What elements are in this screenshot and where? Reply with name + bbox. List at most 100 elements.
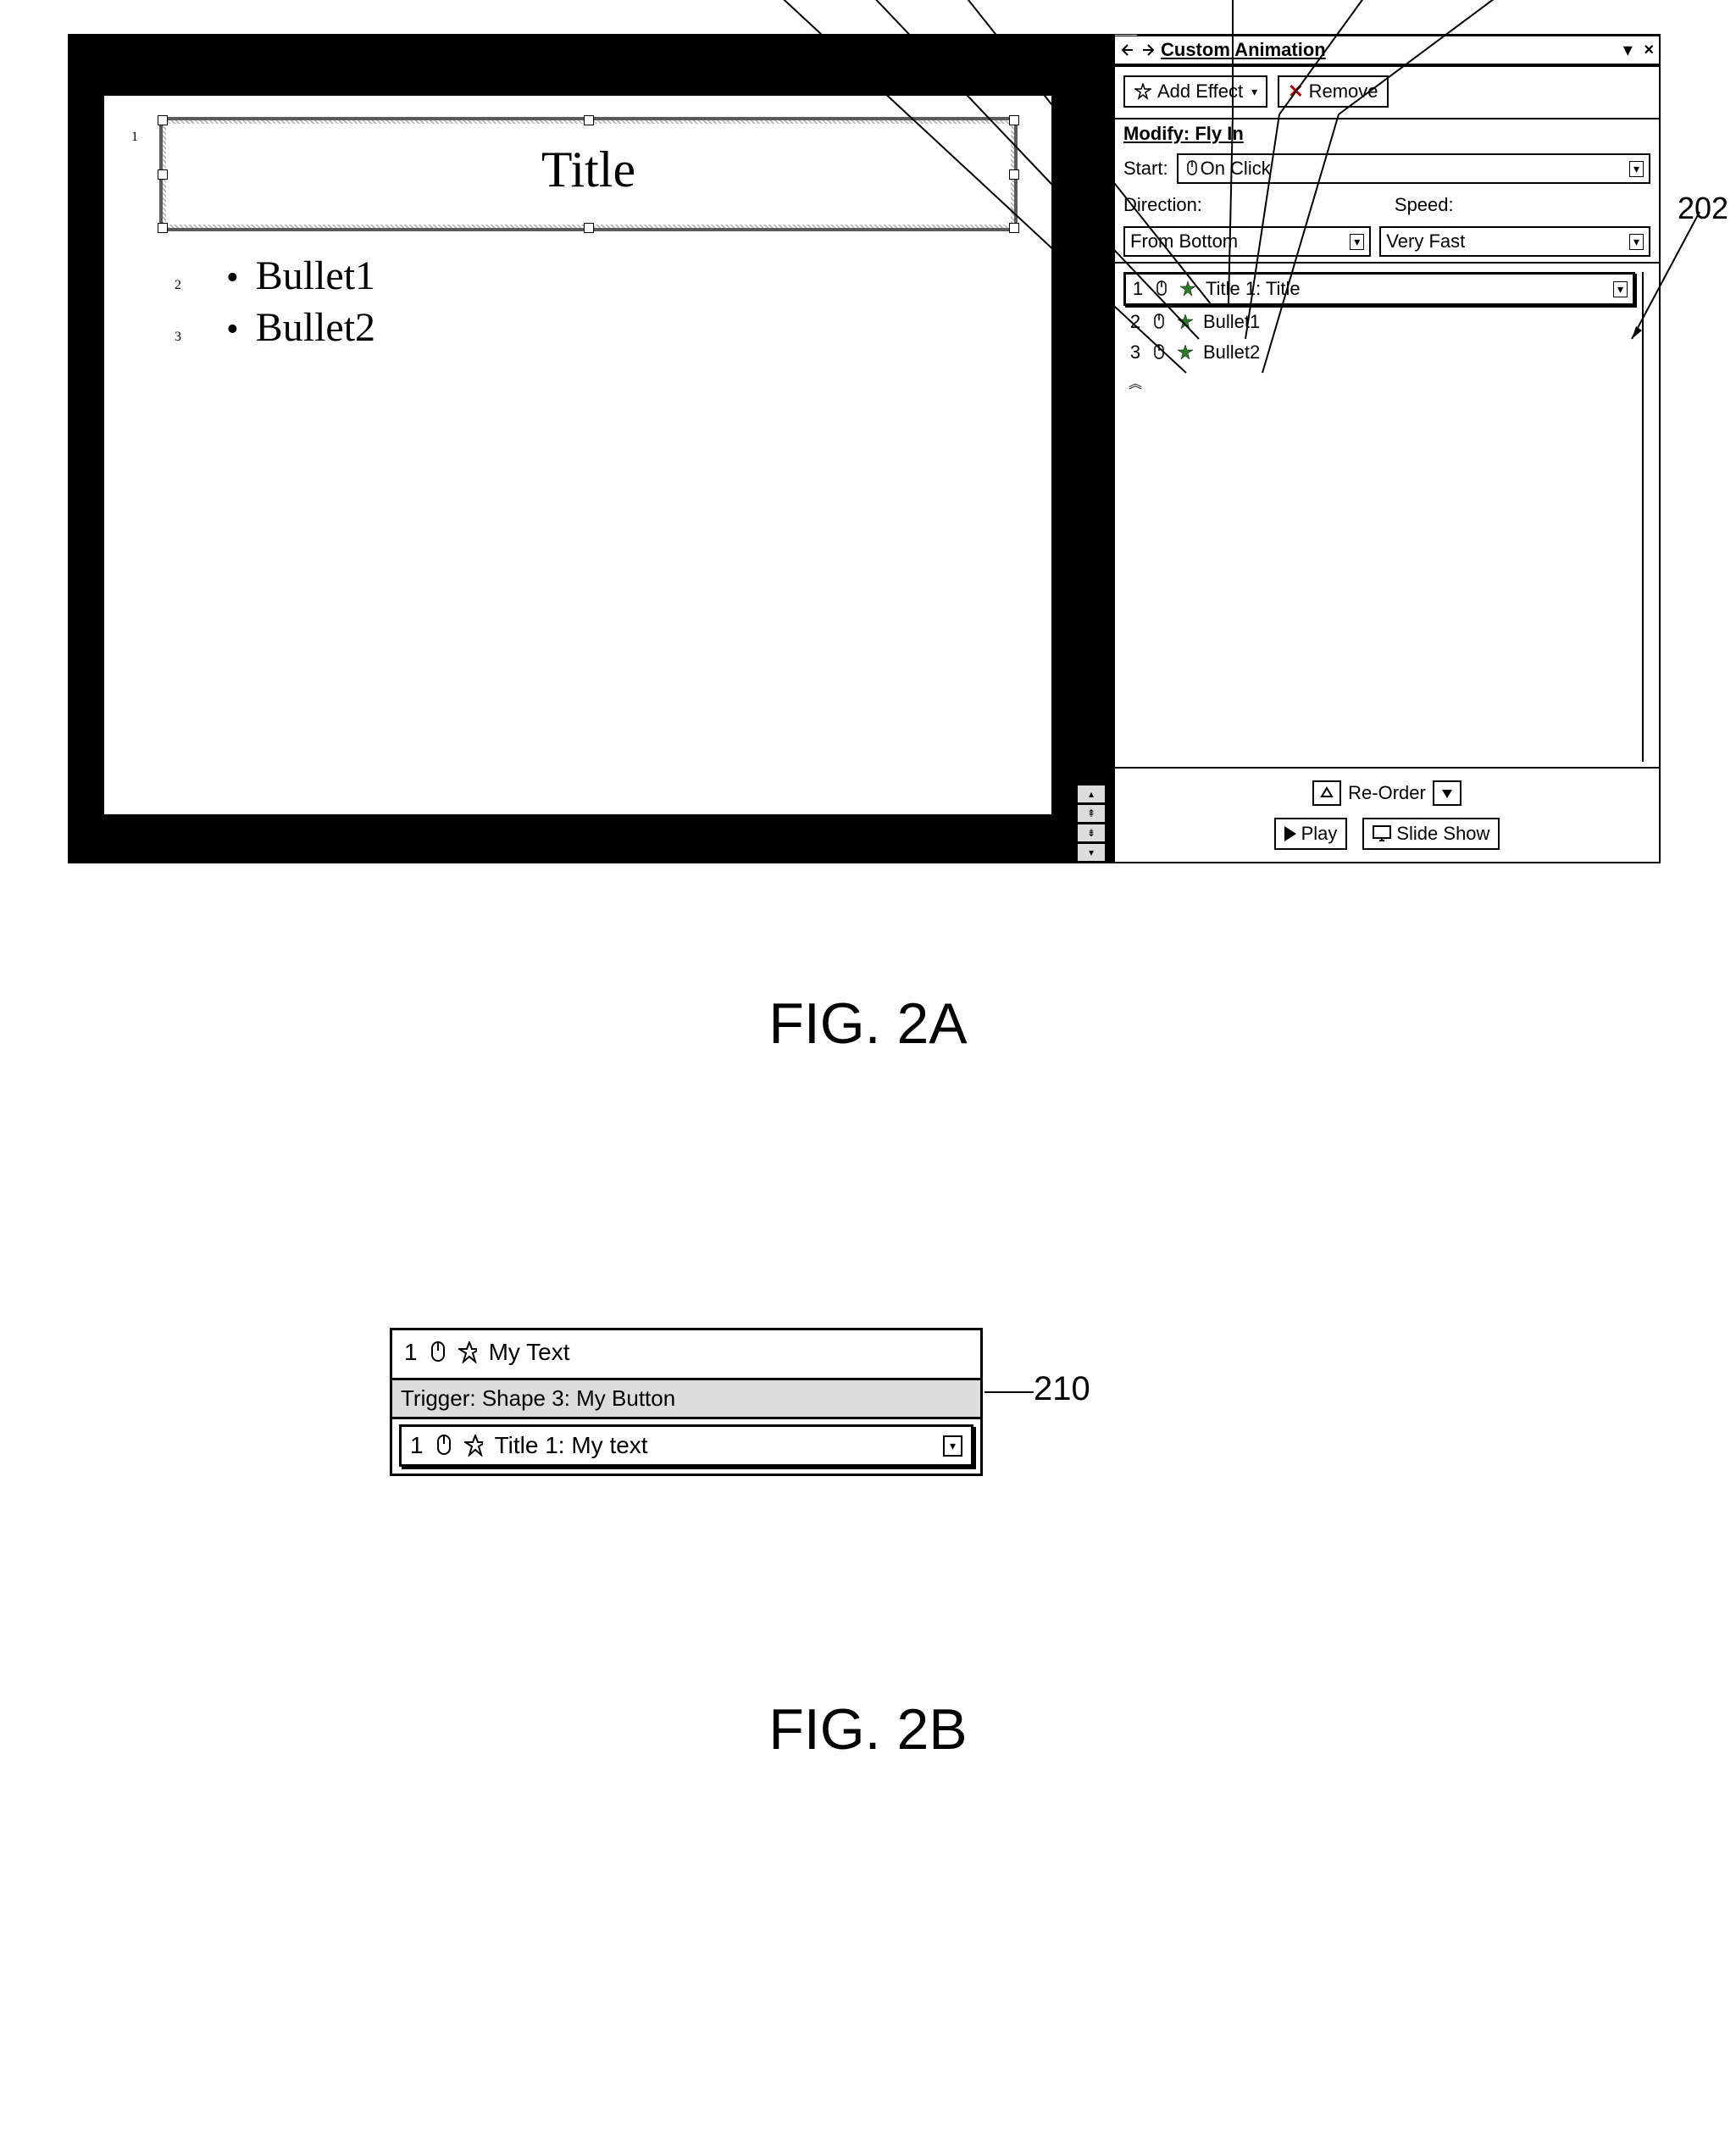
animation-item-title[interactable]: 1 Title 1: Title ▾ bbox=[1123, 272, 1635, 306]
figure-2b-label: FIG. 2B bbox=[68, 1696, 1668, 1762]
bullet-seq-tag: 2 bbox=[172, 278, 184, 293]
animation-seq: 1 bbox=[404, 1339, 418, 1366]
slideshow-icon bbox=[1373, 825, 1391, 842]
pane-header: Custom Animation ▾ × bbox=[1115, 36, 1659, 65]
back-icon[interactable] bbox=[1120, 42, 1135, 58]
reorder-row: Re-Order bbox=[1115, 769, 1659, 813]
title-text[interactable]: Title bbox=[541, 142, 635, 197]
mouse-icon bbox=[430, 1342, 446, 1363]
animation-list: 1 Title 1: Title ▾ 2 bbox=[1115, 262, 1659, 769]
remove-button[interactable]: ✕ Remove bbox=[1278, 75, 1388, 108]
effect-buttons-row: Add Effect ✕ Remove bbox=[1115, 65, 1659, 119]
pane-menu-dropdown-icon[interactable]: ▾ bbox=[1620, 42, 1635, 58]
footer-buttons-row: Play Slide Show bbox=[1115, 813, 1659, 862]
close-icon[interactable]: × bbox=[1644, 41, 1654, 60]
figure-2a: 208 206 204 204a 206a 208a 202 ▴ 1 bbox=[68, 34, 1668, 863]
animation-label: Title 1: Title bbox=[1206, 278, 1301, 300]
play-icon bbox=[1284, 826, 1296, 841]
animation-list-detail: 1 My Text Trigger: Shape 3: My Button 1 … bbox=[390, 1328, 983, 1476]
effect-star-icon bbox=[1179, 280, 1197, 298]
start-label: Start: bbox=[1123, 158, 1168, 180]
bullet-row: 2 • Bullet1 bbox=[172, 253, 1018, 299]
bullet-dot-icon: • bbox=[226, 319, 239, 341]
effect-star-icon bbox=[1176, 313, 1195, 331]
scroll-up-button[interactable]: ▴ bbox=[1077, 785, 1106, 803]
play-label: Play bbox=[1301, 823, 1338, 845]
start-row: Start: On Click ▾ bbox=[1115, 148, 1659, 189]
title-seq-tag: 1 bbox=[131, 130, 138, 145]
animation-label: Title 1: My text bbox=[495, 1432, 648, 1459]
add-effect-label: Add Effect bbox=[1157, 80, 1243, 103]
content-placeholder[interactable]: 2 • Bullet1 3 • Bullet2 bbox=[172, 253, 1018, 351]
bullet-seq-tag: 3 bbox=[172, 330, 184, 345]
mouse-icon bbox=[1151, 312, 1168, 332]
item-dropdown-icon[interactable]: ▾ bbox=[1613, 281, 1628, 297]
animation-label: My Text bbox=[489, 1339, 570, 1366]
mouse-icon bbox=[1153, 279, 1170, 299]
bullet-text[interactable]: Bullet2 bbox=[256, 304, 375, 351]
animation-item-title-mytext[interactable]: 1 Title 1: My text ▾ bbox=[399, 1424, 973, 1467]
slideshow-button[interactable]: Slide Show bbox=[1362, 818, 1500, 850]
modify-section-label: Modify: Fly In bbox=[1115, 119, 1659, 148]
scroll-double-up-button[interactable]: ⇞ bbox=[1077, 804, 1106, 823]
effect-star-icon bbox=[458, 1343, 477, 1362]
remove-label: Remove bbox=[1309, 80, 1378, 103]
scroll-down-button[interactable]: ▾ bbox=[1077, 843, 1106, 862]
animation-label: Bullet2 bbox=[1203, 341, 1260, 364]
callout-202-arrow bbox=[1632, 203, 1733, 373]
callout-210-line bbox=[984, 1391, 1034, 1393]
direction-combo[interactable]: From Bottom ▾ bbox=[1123, 226, 1371, 257]
item-dropdown-icon[interactable]: ▾ bbox=[943, 1435, 962, 1457]
play-button[interactable]: Play bbox=[1274, 818, 1348, 850]
animation-item-bullet2[interactable]: 3 Bullet2 bbox=[1123, 338, 1635, 367]
trigger-label: Trigger: Shape 3: My Button bbox=[401, 1385, 675, 1411]
animation-seq: 3 bbox=[1129, 341, 1142, 364]
mouse-icon bbox=[435, 1435, 452, 1456]
slide-canvas[interactable]: 1 Title 2 • bbox=[103, 95, 1052, 815]
mouse-icon bbox=[1151, 342, 1168, 363]
speed-value: Very Fast bbox=[1386, 230, 1465, 253]
forward-icon[interactable] bbox=[1140, 42, 1156, 58]
custom-animation-pane: Custom Animation ▾ × Add Effect ✕ Remove bbox=[1114, 36, 1659, 862]
animation-seq: 1 bbox=[410, 1432, 424, 1459]
animation-item-bullet1[interactable]: 2 Bullet1 bbox=[1123, 308, 1635, 336]
callout-layer: 208 206 204 204a 206a 208a bbox=[68, 0, 1668, 34]
reorder-down-button[interactable] bbox=[1433, 780, 1461, 806]
direction-speed-row: From Bottom ▾ Very Fast ▾ bbox=[1115, 221, 1659, 262]
direction-label: Direction: bbox=[1123, 194, 1361, 216]
add-effect-button[interactable]: Add Effect bbox=[1123, 75, 1267, 108]
dropdown-arrow-icon[interactable]: ▾ bbox=[1629, 161, 1644, 177]
callout-210: 210 bbox=[1034, 1370, 1090, 1408]
title-placeholder[interactable]: Title bbox=[159, 117, 1018, 231]
bullet-row: 3 • Bullet2 bbox=[172, 304, 1018, 351]
bullet-dot-icon: • bbox=[226, 268, 239, 289]
animation-item-mytext[interactable]: 1 My Text bbox=[392, 1330, 980, 1378]
slideshow-label: Slide Show bbox=[1396, 823, 1489, 845]
direction-value: From Bottom bbox=[1130, 230, 1238, 253]
pane-title: Custom Animation bbox=[1161, 39, 1615, 61]
figure-2a-label: FIG. 2A bbox=[68, 991, 1668, 1057]
trigger-header: Trigger: Shape 3: My Button bbox=[392, 1378, 980, 1417]
animation-seq: 1 bbox=[1131, 278, 1145, 300]
effect-star-icon bbox=[1176, 343, 1195, 362]
slide-navigator-scroll: ▴ ⇞ ⇟ ▾ bbox=[1077, 785, 1106, 862]
reorder-up-button[interactable] bbox=[1312, 780, 1341, 806]
start-combo[interactable]: On Click ▾ bbox=[1177, 153, 1650, 184]
direction-speed-labels-row: Direction: Speed: bbox=[1115, 189, 1659, 221]
mouse-icon bbox=[1184, 158, 1201, 179]
dropdown-arrow-icon[interactable]: ▾ bbox=[1350, 234, 1364, 250]
star-icon bbox=[1134, 82, 1152, 101]
effect-star-icon bbox=[464, 1436, 483, 1455]
start-value: On Click bbox=[1201, 158, 1271, 180]
scroll-double-down-button[interactable]: ⇟ bbox=[1077, 824, 1106, 842]
animation-seq: 2 bbox=[1129, 311, 1142, 333]
collapse-chevron-icon[interactable]: ︽ bbox=[1129, 372, 1642, 392]
animation-label: Bullet1 bbox=[1203, 311, 1260, 333]
reorder-label: Re-Order bbox=[1348, 782, 1426, 804]
slide-editor-area: 1 Title 2 • bbox=[69, 36, 1114, 862]
bullet-text[interactable]: Bullet1 bbox=[256, 253, 375, 299]
remove-x-icon: ✕ bbox=[1288, 80, 1303, 103]
speed-label: Speed: bbox=[1395, 194, 1454, 216]
main-window: ▴ 1 Title bbox=[68, 34, 1661, 863]
speed-combo[interactable]: Very Fast ▾ bbox=[1379, 226, 1650, 257]
